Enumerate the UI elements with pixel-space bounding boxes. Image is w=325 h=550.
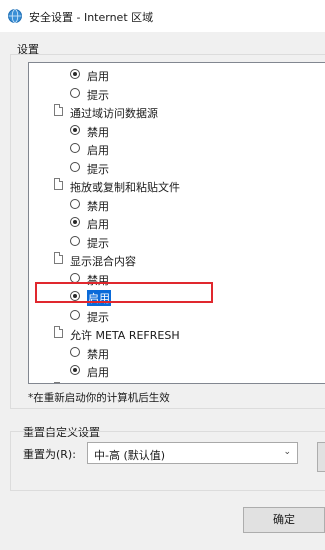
- radio-option-label: 启用: [87, 70, 109, 83]
- radio-checked-icon[interactable]: [70, 69, 80, 79]
- setting-item-label: 显示混合内容: [70, 255, 136, 268]
- radio-option-label: 提示: [87, 236, 109, 250]
- setting-item[interactable]: 允许 META REFRESH: [29, 325, 325, 343]
- annotation-highlight-box: [35, 282, 213, 303]
- radio-option[interactable]: 提示: [29, 233, 325, 251]
- radio-option[interactable]: 启用: [29, 66, 325, 84]
- ok-button[interactable]: 确定: [243, 507, 325, 533]
- setting-item-label: 允许 META REFRESH: [70, 329, 180, 342]
- radio-unchecked-icon[interactable]: [70, 161, 80, 172]
- document-icon: [54, 252, 63, 264]
- setting-item-label: 拖放或复制和粘贴文件: [70, 181, 180, 194]
- radio-checked-icon[interactable]: [70, 124, 80, 135]
- reset-to-value: 中-高 (默认值): [94, 449, 166, 462]
- radio-checked-icon[interactable]: [70, 217, 80, 227]
- document-icon: [54, 326, 63, 338]
- radio-option-label: 提示: [87, 88, 109, 102]
- radio-option[interactable]: 禁用: [29, 122, 325, 140]
- restart-note: *在重新启动你的计算机后生效: [28, 392, 170, 404]
- window-title: 安全设置 - Internet 区域: [29, 11, 154, 24]
- radio-option-label: 提示: [87, 310, 109, 324]
- radio-unchecked-icon[interactable]: [70, 143, 80, 153]
- setting-item-label: 通过域访问数据源: [70, 107, 158, 120]
- radio-option[interactable]: 提示: [29, 307, 325, 325]
- radio-option[interactable]: 提示: [29, 159, 325, 177]
- radio-option[interactable]: 启用: [29, 362, 325, 380]
- radio-unchecked-icon[interactable]: [70, 198, 80, 209]
- setting-item-label: 允许 Microsoft Web 浏览器控件的脚本: [70, 383, 265, 384]
- radio-option-label: 禁用: [87, 125, 109, 139]
- setting-item[interactable]: 通过域访问数据源: [29, 103, 325, 121]
- radio-option-label: 禁用: [87, 199, 109, 213]
- radio-option[interactable]: 提示: [29, 85, 325, 103]
- radio-option[interactable]: 启用: [29, 214, 325, 232]
- title-bar: 安全设置 - Internet 区域: [0, 0, 325, 32]
- radio-option[interactable]: 禁用: [29, 196, 325, 214]
- radio-unchecked-icon[interactable]: [70, 309, 80, 320]
- radio-option[interactable]: 禁用: [29, 344, 325, 362]
- reset-to-select[interactable]: 中-高 (默认值) ⌄: [87, 442, 298, 464]
- radio-option-label: 启用: [87, 144, 109, 157]
- document-icon: [54, 178, 63, 190]
- chevron-down-icon: ⌄: [283, 447, 291, 457]
- setting-item[interactable]: 拖放或复制和粘贴文件: [29, 177, 325, 195]
- radio-option-label: 禁用: [87, 347, 109, 361]
- radio-unchecked-icon[interactable]: [70, 272, 80, 283]
- radio-checked-icon[interactable]: [70, 365, 80, 375]
- setting-item[interactable]: 显示混合内容: [29, 251, 325, 269]
- reset-button[interactable]: [317, 442, 325, 472]
- radio-option[interactable]: 启用: [29, 140, 325, 158]
- radio-unchecked-icon[interactable]: [70, 346, 80, 357]
- radio-option-label: 启用: [87, 218, 109, 231]
- radio-option-label: 提示: [87, 162, 109, 176]
- document-icon: [54, 381, 63, 383]
- document-icon: [54, 104, 63, 116]
- settings-list[interactable]: 启用 提示 通过域访问数据源 禁用 启用 提示 拖放或复制和粘贴文件 禁用 启用 提示 显示混合内容…: [28, 62, 325, 384]
- radio-unchecked-icon[interactable]: [70, 87, 80, 98]
- reset-to-label: 重置为(R):: [23, 448, 76, 461]
- radio-unchecked-icon[interactable]: [70, 235, 80, 246]
- radio-option-label: 启用: [87, 366, 109, 379]
- setting-item[interactable]: 允许 Microsoft Web 浏览器控件的脚本: [29, 381, 325, 384]
- internet-globe-icon: [8, 9, 22, 23]
